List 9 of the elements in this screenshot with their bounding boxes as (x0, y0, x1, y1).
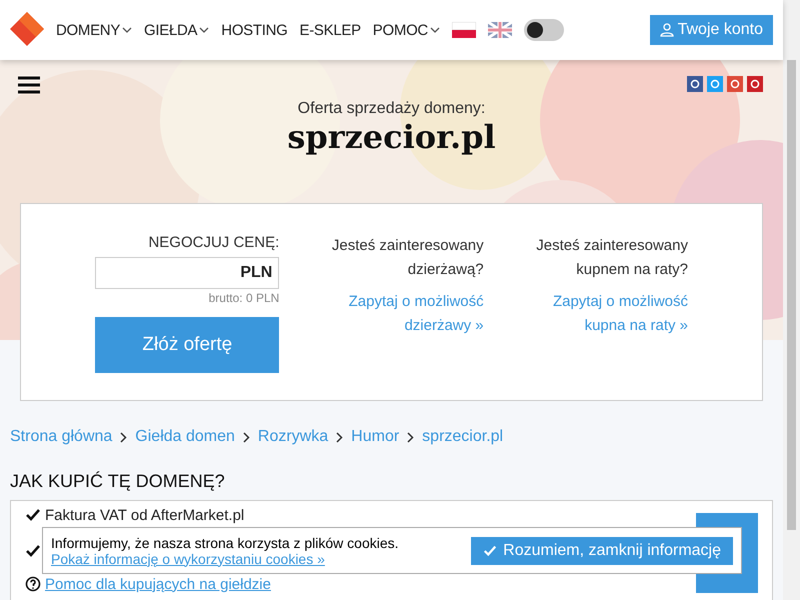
cookie-text: Informujemy, że nasza strona korzysta z plików cookies. (51, 534, 399, 550)
question-text: Jesteś zainteresowany kupnem na raty? (535, 236, 688, 280)
negotiate-label: NEGOCJUJ CENĘ: (148, 234, 280, 251)
gross-price: brutto: 0 PLN (208, 291, 280, 305)
question-text: Jesteś zainteresowany dzierżawą? (330, 236, 484, 280)
feature-text: Faktura VAT od AfterMarket.pl (45, 506, 244, 524)
offer-subtitle: Oferta sprzedaży domeny: (298, 100, 486, 118)
section-title: JAK KUPIĆ TĘ DOMENĘ? (10, 471, 226, 492)
domain-title: sprzecior.pl (287, 118, 496, 156)
